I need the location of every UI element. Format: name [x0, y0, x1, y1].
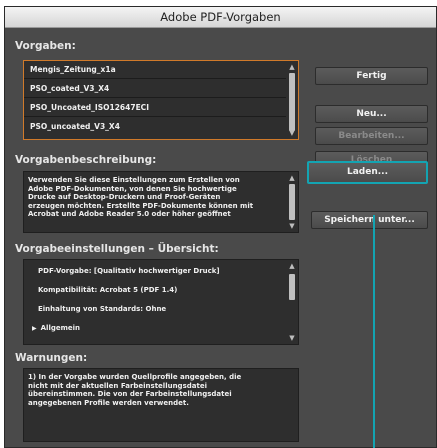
warnings-line: angegebenen Profile werden verwendet.	[28, 398, 189, 407]
overview-row: Einhaltung von Standards: Ohne	[38, 305, 167, 313]
warnings-label: Warnungen:	[15, 352, 88, 364]
warnings-text: 1) In der Vorgabe wurden Quellprofile an…	[28, 373, 241, 407]
expand-triangle-icon[interactable]: ▶	[32, 325, 37, 332]
description-text: Verwenden Sie diese Einstellungen zum Er…	[28, 176, 253, 219]
description-line: Drucke auf Desktop-Druckern und Proof-Ge…	[28, 193, 221, 202]
scroll-thumb[interactable]	[289, 274, 295, 300]
warnings-box: 1) In der Vorgabe wurden Quellprofile an…	[23, 368, 299, 442]
description-line: Verwenden Sie diese Einstellungen zum Er…	[28, 176, 240, 184]
list-item[interactable]: PSO_Uncoated_ISO12647ECI	[24, 99, 286, 117]
warnings-line: übereinstimmen. Die von der Farbeinstell…	[28, 390, 232, 399]
presets-list[interactable]: Mengis_Zeitung_x1a PSO_coated_V3_X4 PSO_…	[23, 60, 299, 140]
list-item[interactable]: PSO_uncoated_V3_X4	[24, 118, 286, 136]
load-button[interactable]: Laden...	[307, 161, 428, 184]
presets-label: Vorgaben:	[15, 40, 76, 52]
description-line: Adobe PDF-Dokumenten, von denen Sie hoch…	[28, 184, 237, 193]
list-item[interactable]: Mengis_Zeitung_x1a	[24, 61, 286, 79]
overview-label: Vorgabeeinstellungen – Übersicht:	[15, 243, 219, 255]
overview-box: PDF-Vorgabe: [Qualitativ hochwertiger Dr…	[23, 259, 299, 345]
scroll-up-icon[interactable]: ▲	[288, 262, 296, 270]
scroll-thumb[interactable]	[289, 184, 295, 220]
edit-button[interactable]: Bearbeiten...	[315, 127, 428, 145]
done-button[interactable]: Fertig	[315, 67, 428, 85]
list-item[interactable]: PSO_coated_V3_X4	[24, 80, 286, 98]
description-box: Verwenden Sie diese Einstellungen zum Er…	[23, 171, 299, 233]
scroll-thumb[interactable]	[289, 73, 295, 131]
overview-row: Kompatibilität: Acrobat 5 (PDF 1.4)	[38, 286, 178, 294]
description-label: Vorgabenbeschreibung:	[15, 154, 157, 166]
warnings-line: 1) In der Vorgabe wurden Quellprofile an…	[28, 373, 242, 381]
overview-row-label: Allgemein	[40, 324, 81, 332]
scroll-down-icon[interactable]: ▼	[288, 129, 296, 137]
new-button[interactable]: Neu...	[315, 105, 428, 123]
description-scrollbar[interactable]: ▲ ▼	[288, 174, 296, 230]
scroll-down-icon[interactable]: ▼	[288, 334, 296, 342]
description-line: Acrobat und Adobe Reader 5.0 oder höher …	[28, 210, 231, 219]
presets-scrollbar[interactable]: ▲ ▼	[288, 63, 296, 137]
callout-line	[373, 215, 375, 448]
scroll-up-icon[interactable]: ▲	[288, 174, 296, 182]
window-title: Adobe PDF-Vorgaben	[5, 7, 436, 28]
scroll-down-icon[interactable]: ▼	[288, 222, 296, 230]
overview-row: PDF-Vorgabe: [Qualitativ hochwertiger Dr…	[38, 267, 220, 275]
overview-row-general[interactable]: ▶ Allgemein	[32, 322, 80, 335]
warnings-line: nicht mit der aktuellen Farbeinstellungs…	[28, 381, 207, 390]
overview-scrollbar[interactable]: ▲ ▼	[288, 262, 296, 342]
description-line: erzeugen möchten. Erstellte PDF-Dokument…	[28, 201, 254, 210]
save-as-button[interactable]: Speichern unter...	[311, 211, 428, 229]
scroll-up-icon[interactable]: ▲	[288, 63, 296, 71]
